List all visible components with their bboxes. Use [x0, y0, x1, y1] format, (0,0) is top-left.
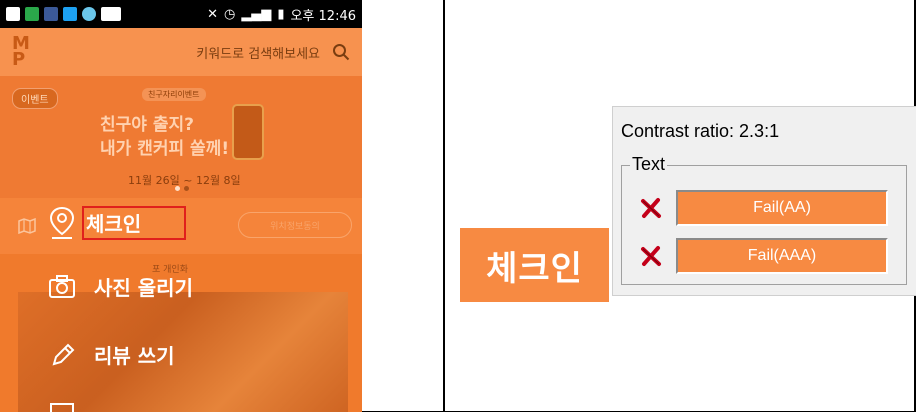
result-aaa: Fail(AAA) — [676, 238, 888, 274]
menu-label-write-review: 리뷰 쓰기 — [94, 344, 175, 368]
location-pin-icon — [49, 206, 75, 239]
mute-icon: ✕ — [207, 6, 218, 22]
result-row-aaa: Fail(AAA) — [640, 238, 888, 274]
result-aa: Fail(AA) — [676, 190, 888, 226]
event-badge: 이벤트 — [12, 88, 58, 109]
result-row-aa: Fail(AA) — [640, 190, 888, 226]
status-bar: ✕ ◷ ▂▄▆ ▮ 오후 12:46 — [0, 0, 362, 28]
status-time: 오후 12:46 — [290, 8, 356, 24]
signal-icon: ▂▄▆ — [241, 6, 272, 22]
menu-label-upload-photo: 사진 올리기 — [94, 276, 193, 300]
crop-label: 체크인 — [486, 248, 583, 289]
menu-item-next[interactable] — [48, 402, 76, 412]
contrast-ratio: Contrast ratio: 2.3:1 — [621, 121, 780, 141]
app-logo[interactable]: MP — [12, 35, 30, 69]
checkin-row: 체크인 위치정보동의 — [0, 198, 362, 254]
carousel-dots — [175, 186, 189, 191]
group-title: Text — [630, 154, 668, 175]
chat-icon — [82, 7, 96, 21]
banner-tag: 친구자리이벤트 — [142, 88, 206, 101]
checkin-crop-sample: 체크인 — [460, 228, 609, 302]
alarm-icon: ◷ — [223, 6, 236, 22]
pencil-icon — [52, 343, 75, 365]
checkin-button-label[interactable]: 체크인 — [86, 208, 141, 237]
app-bar: MP 키워드로 검색해보세요 — [0, 28, 362, 76]
contrast-checker-panel: Contrast ratio: 2.3:1 Text Fail(AA) Fail… — [612, 106, 916, 296]
battery-icon: ▮ — [277, 6, 285, 22]
location-consent-pill[interactable]: 위치정보동의 — [238, 212, 352, 238]
menu-item-upload-photo[interactable]: 사진 올리기 — [48, 272, 193, 301]
app-g-icon — [25, 7, 39, 21]
fail-x-icon — [641, 198, 661, 218]
search-icon[interactable] — [332, 43, 350, 61]
banner-headline-2: 내가 캔커피 쏠께! — [100, 139, 230, 159]
carousel-dot-active — [175, 186, 180, 191]
text-results-group: Text Fail(AA) Fail(AAA) — [621, 154, 907, 285]
facebook-icon — [44, 7, 58, 21]
carousel-dot — [184, 186, 189, 191]
search-placeholder[interactable]: 키워드로 검색해보세요 — [196, 43, 320, 62]
cnn-icon — [101, 7, 121, 21]
fail-x-icon — [641, 246, 661, 266]
twitter-icon — [63, 7, 77, 21]
quick-menu: 포 개인화 사진 올리기 리뷰 쓰기 — [0, 254, 362, 412]
list-icon — [50, 403, 74, 412]
coffee-can-image — [232, 104, 264, 160]
map-icon[interactable] — [18, 218, 36, 234]
column-divider — [443, 0, 445, 412]
event-banner[interactable]: 이벤트 친구자리이벤트 친구야 출지? 내가 캔커피 쏠께! 11월 26일 ~… — [0, 76, 362, 198]
phone-screenshot: ✕ ◷ ▂▄▆ ▮ 오후 12:46 MP 키워드로 검색해보세요 이벤트 친구… — [0, 0, 362, 412]
back-icon — [6, 7, 20, 21]
menu-item-write-review[interactable]: 리뷰 쓰기 — [48, 340, 175, 369]
camera-icon — [49, 274, 75, 298]
banner-headline-1: 친구야 출지? — [100, 115, 194, 135]
